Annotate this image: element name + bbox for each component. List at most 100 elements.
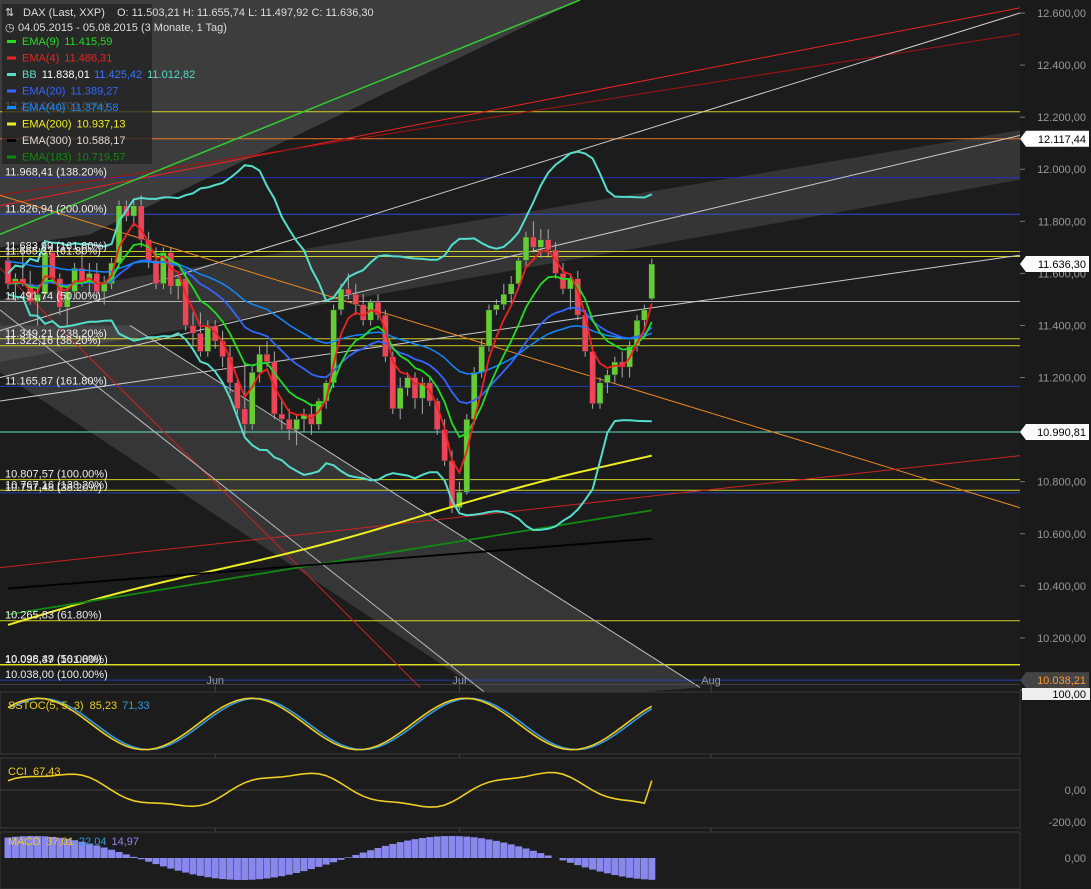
macd-bar — [300, 858, 308, 872]
macd-tick-label: 0,00 — [1065, 853, 1086, 865]
cci-panel[interactable]: CCI 67,43 0,00 -200,00 — [0, 757, 1086, 829]
price-tick-label: 11.200,00 — [1038, 373, 1086, 385]
time-tick-label: Jul — [452, 675, 466, 687]
macd-bar — [182, 858, 190, 873]
fib-label: 10.265,83 (61.80%) — [5, 610, 102, 622]
candle-body — [197, 333, 204, 352]
candle-body — [263, 353, 271, 363]
macd-bar — [137, 858, 145, 860]
candle-body — [530, 236, 537, 248]
candle-body — [404, 377, 411, 389]
candle-body — [234, 382, 241, 410]
macd-bar — [174, 858, 182, 871]
candle-body — [493, 304, 500, 311]
macd-bar — [611, 858, 619, 876]
macd-bar — [159, 858, 167, 867]
candle-body — [100, 283, 108, 292]
macd-bar — [330, 858, 338, 863]
fib-label: 11.165,87 (161.80%) — [5, 375, 107, 387]
macd-bar — [204, 858, 212, 878]
time-tick-label: Aug — [701, 675, 721, 687]
price-tick-label: 12.000,00 — [1037, 164, 1086, 176]
fib-label: 11.826,94 (200.00%) — [5, 203, 107, 215]
candle-body — [611, 361, 619, 376]
macd-bar — [537, 853, 545, 858]
candle-body — [189, 325, 197, 334]
macd-bar — [529, 850, 537, 858]
macd-bar — [211, 858, 219, 879]
macd-bar — [189, 858, 197, 875]
candle-body — [293, 418, 300, 430]
cci-area — [0, 757, 1021, 829]
time-tick-label: Jun — [206, 675, 224, 687]
legend-swatch — [7, 73, 16, 76]
price-badge-label: 10.990,81 — [1037, 427, 1086, 439]
macd-bar — [633, 858, 641, 879]
macd-bar — [463, 836, 471, 858]
macd-bar — [152, 858, 160, 865]
macd-bar — [337, 858, 345, 860]
macd-bar — [618, 858, 626, 877]
price-tick-label: 10.400,00 — [1037, 581, 1086, 593]
dax-chart[interactable]: 12.221,00 (200.00%)11.968,41 (138.20%)11… — [0, 0, 1091, 889]
fib-label: 10.096,37 (161.80%) — [5, 654, 108, 666]
candle-body — [278, 413, 286, 420]
macd-bar — [315, 858, 323, 867]
macd-bar — [278, 858, 286, 877]
macd-bar — [307, 858, 315, 870]
candle-body — [544, 239, 552, 251]
legend-swatch — [7, 40, 16, 43]
candle-body — [41, 252, 49, 295]
price-tick-label: 11.400,00 — [1038, 320, 1086, 332]
macd-bar — [485, 839, 493, 858]
candle-body — [204, 325, 212, 352]
cci-label: CCI 67,43 — [8, 766, 60, 778]
macd-bar — [478, 838, 486, 858]
macd-bar — [374, 847, 382, 858]
candle-body — [285, 418, 293, 430]
legend-swatch — [7, 106, 16, 109]
sstoc-label: SSTOC(5, 5, 3) 85,23 71,33 — [8, 700, 150, 712]
price-tick-label: 11.800,00 — [1038, 216, 1086, 228]
cci-tick-label: 0,00 — [1065, 785, 1086, 797]
chart-icon: ⇅ — [5, 7, 14, 19]
macd-bar — [426, 837, 434, 858]
time-axis-line — [0, 684, 1020, 685]
macd-bar — [130, 856, 138, 858]
macd-bar — [352, 854, 360, 858]
macd-bar — [344, 857, 352, 858]
legend-swatch — [7, 139, 16, 142]
macd-bar — [603, 858, 611, 874]
candle-body — [248, 372, 256, 425]
fib-label: 11.665,37 (61.80%) — [5, 245, 101, 257]
legend-swatch — [7, 56, 16, 60]
sstoc-panel[interactable]: SSTOC(5, 5, 3) 85,23 71,33 100,00 — [0, 688, 1090, 755]
ohlc-readout: O: 11.503,21 H: 11.655,74 L: 11.497,92 C… — [117, 7, 374, 19]
chart-title: DAX (Last, XXP) — [23, 7, 105, 19]
legend-swatch — [7, 89, 16, 93]
macd-bar — [248, 858, 256, 880]
macd-bar — [396, 842, 404, 858]
price-badge-label: 10.038,21 — [1037, 675, 1086, 687]
macd-bar — [596, 858, 604, 872]
candle-body — [604, 374, 611, 384]
candle-body — [522, 236, 530, 261]
price-tick-label: 10.800,00 — [1037, 477, 1086, 489]
macd-bar — [522, 848, 530, 858]
candle-body — [359, 304, 367, 321]
macd-bar — [574, 858, 582, 866]
macd-bar — [455, 836, 463, 858]
macd-panel[interactable]: MACD 37,01 22,04 14,97 0,00 — [0, 831, 1086, 889]
macd-bar — [359, 852, 367, 858]
macd-bar — [626, 858, 634, 878]
macd-bar — [226, 858, 234, 880]
legend-label: EMA(20) 11.389,27 — [22, 86, 119, 98]
macd-bar — [263, 858, 271, 879]
macd-label: MACD 37,01 22,04 14,97 — [8, 836, 139, 848]
candle-body — [648, 263, 656, 299]
candle-body — [500, 293, 508, 305]
price-badge-label: 11.636,30 — [1038, 259, 1086, 271]
fib-label: 11.491,74 (50.00%) — [5, 291, 101, 303]
candle-body — [485, 309, 493, 347]
macd-bar — [589, 858, 597, 870]
